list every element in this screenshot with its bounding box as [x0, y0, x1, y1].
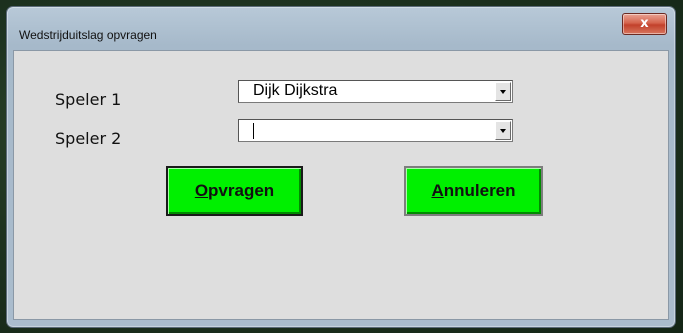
chevron-down-icon[interactable]	[495, 121, 511, 140]
annuleren-label: nnuleren	[443, 181, 516, 200]
opvragen-mnemonic: O	[194, 181, 209, 200]
speler2-combobox[interactable]	[238, 119, 513, 142]
close-icon: x	[640, 16, 649, 31]
text-cursor	[253, 123, 254, 139]
close-button[interactable]: x	[622, 13, 667, 35]
dialog-content: Speler 1 Dijk Dijkstra Speler 2 Opvragen…	[13, 50, 669, 320]
dialog-window: Wedstrijduitslag opvragen x Speler 1 Dij…	[6, 6, 676, 328]
annuleren-button[interactable]: Annuleren	[404, 166, 543, 216]
title-bar[interactable]: Wedstrijduitslag opvragen x	[7, 7, 675, 42]
chevron-down-icon[interactable]	[495, 82, 511, 101]
speler2-label: Speler 2	[55, 129, 122, 148]
speler1-combobox[interactable]: Dijk Dijkstra	[238, 80, 513, 103]
opvragen-button[interactable]: Opvragen	[166, 166, 303, 216]
speler1-value: Dijk Dijkstra	[253, 82, 338, 99]
speler1-label: Speler 1	[55, 90, 122, 109]
annuleren-mnemonic: A	[431, 181, 444, 200]
window-title: Wedstrijduitslag opvragen	[19, 28, 157, 42]
opvragen-label: pvragen	[208, 181, 275, 200]
